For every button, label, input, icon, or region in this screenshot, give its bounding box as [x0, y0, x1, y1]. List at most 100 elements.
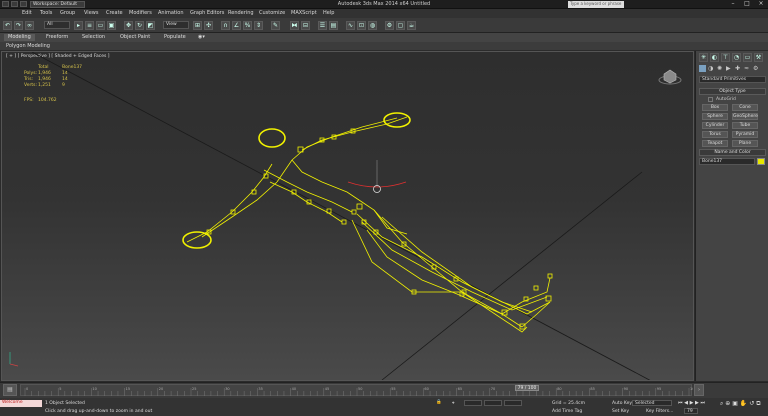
render-frame-icon[interactable]: ▢: [396, 21, 405, 30]
play-icon[interactable]: ▶: [690, 400, 694, 406]
tab-freeform[interactable]: Freeform: [42, 34, 72, 41]
autogrid-checkbox[interactable]: [708, 97, 713, 102]
ribbon-toggle-icon[interactable]: ◉▾: [198, 34, 205, 40]
primitive-type-dropdown[interactable]: Standard Primitives: [699, 76, 766, 83]
zoom-all-icon[interactable]: ⊕: [725, 400, 730, 407]
named-sets-icon[interactable]: ✎: [271, 21, 280, 30]
z-coordinate-field[interactable]: [504, 400, 522, 406]
material-editor-icon[interactable]: ◍: [368, 21, 377, 30]
pivot-icon[interactable]: ⊞: [193, 21, 202, 30]
scale-icon[interactable]: ◩: [146, 21, 155, 30]
scene-canvas[interactable]: [2, 52, 693, 380]
maximize-viewport-icon[interactable]: ⧉: [756, 400, 760, 407]
window-crossing-icon[interactable]: ▣: [107, 21, 116, 30]
render-icon[interactable]: ☕: [407, 21, 416, 30]
torus-button[interactable]: Torus: [702, 131, 728, 138]
motion-tab-icon[interactable]: ◔: [732, 53, 741, 62]
menu-rendering[interactable]: Rendering: [228, 10, 254, 16]
tube-button[interactable]: Tube: [732, 122, 758, 129]
menu-customize[interactable]: Customize: [259, 10, 285, 16]
menu-help[interactable]: Help: [323, 10, 334, 16]
graphite-icon[interactable]: ▤: [329, 21, 338, 30]
angle-snap-icon[interactable]: ∠: [232, 21, 241, 30]
selection-filter-dropdown[interactable]: All: [44, 21, 70, 29]
close-icon[interactable]: ×: [754, 0, 768, 8]
next-key-icon[interactable]: ▶: [695, 400, 699, 406]
key-filters-button[interactable]: Key Filters...: [646, 409, 673, 414]
undo-icon[interactable]: ↶: [3, 21, 12, 30]
add-time-tag[interactable]: Add Time Tag: [552, 409, 582, 414]
menu-maxscript[interactable]: MAXScript: [291, 10, 317, 16]
maximize-icon[interactable]: □: [740, 0, 754, 8]
prev-frame-icon[interactable]: ◀: [684, 400, 688, 406]
menu-modifiers[interactable]: Modifiers: [129, 10, 152, 16]
curve-editor-icon[interactable]: ∿: [346, 21, 355, 30]
zoom-icon[interactable]: ⌕: [720, 400, 723, 407]
menu-graph-editors[interactable]: Graph Editors: [190, 10, 224, 16]
tab-selection[interactable]: Selection: [78, 34, 109, 41]
box-button[interactable]: Box: [702, 104, 728, 111]
mirror-icon[interactable]: ⧓: [290, 21, 299, 30]
tab-populate[interactable]: Populate: [160, 34, 190, 41]
object-type-rollout[interactable]: Object Type: [699, 88, 766, 95]
cameras-icon[interactable]: ▶: [726, 65, 731, 72]
rotate-icon[interactable]: ↻: [135, 21, 144, 30]
next-frame-icon[interactable]: ›: [694, 384, 704, 396]
cylinder-button[interactable]: Cylinder: [702, 122, 728, 129]
menu-views[interactable]: Views: [84, 10, 98, 16]
geosphere-button[interactable]: GeoSphere: [732, 113, 758, 120]
menu-tools[interactable]: Tools: [40, 10, 52, 16]
systems-icon[interactable]: ⚙: [753, 65, 758, 72]
move-icon[interactable]: ✥: [124, 21, 133, 30]
modify-tab-icon[interactable]: ◐: [710, 53, 719, 62]
link-icon[interactable]: ∞: [25, 21, 34, 30]
timeline-track[interactable]: 0510152025303540455055606570758085909510…: [20, 384, 693, 396]
name-color-rollout[interactable]: Name and Color: [699, 149, 766, 156]
pan-icon[interactable]: ✋: [740, 400, 747, 407]
perspective-viewport[interactable]: [ + ] [ Perspective ] [ Shaded + Edged F…: [1, 51, 694, 381]
object-color-swatch[interactable]: [757, 158, 765, 165]
select-by-name-icon[interactable]: ≡: [85, 21, 94, 30]
geometry-icon[interactable]: [699, 65, 706, 72]
utilities-tab-icon[interactable]: ⚒: [754, 53, 763, 62]
align-icon[interactable]: ⊟: [301, 21, 310, 30]
tab-object-paint[interactable]: Object Paint: [116, 34, 154, 41]
maxscript-listener[interactable]: Welcome: [0, 400, 42, 407]
polygon-modeling-label[interactable]: Polygon Modeling: [6, 43, 50, 49]
zoom-extents-icon[interactable]: ▣: [732, 400, 738, 407]
percent-snap-icon[interactable]: %: [243, 21, 252, 30]
minimize-icon[interactable]: –: [726, 0, 740, 8]
menu-edit[interactable]: Edit: [22, 10, 32, 16]
orbit-icon[interactable]: ↺: [749, 400, 754, 407]
y-coordinate-field[interactable]: [484, 400, 502, 406]
absolute-mode-icon[interactable]: ⌖: [452, 400, 455, 406]
search-input[interactable]: Type a keyword or phrase: [568, 1, 624, 8]
helpers-icon[interactable]: ✚: [735, 65, 740, 72]
menu-animation[interactable]: Animation: [158, 10, 184, 16]
menu-create[interactable]: Create: [106, 10, 123, 16]
redo-icon[interactable]: ↷: [14, 21, 23, 30]
pyramid-button[interactable]: Pyramid: [732, 131, 758, 138]
shapes-icon[interactable]: ◑: [708, 65, 713, 72]
autokey-button[interactable]: Auto Key: [612, 401, 632, 406]
teapot-button[interactable]: Teapot: [702, 140, 728, 147]
bone-skeleton[interactable]: [182, 112, 553, 333]
create-tab-icon[interactable]: ✳: [699, 53, 708, 62]
key-mode-dropdown[interactable]: Selected: [632, 400, 672, 406]
spinner-snap-icon[interactable]: ⇕: [254, 21, 263, 30]
lights-icon[interactable]: ✺: [717, 65, 722, 72]
display-tab-icon[interactable]: ▭: [743, 53, 752, 62]
plane-button[interactable]: Plane: [732, 140, 758, 147]
hierarchy-tab-icon[interactable]: ⊤: [721, 53, 730, 62]
tab-modeling[interactable]: Modeling: [4, 34, 35, 41]
x-coordinate-field[interactable]: [464, 400, 482, 406]
layer-manager-icon[interactable]: ☰: [318, 21, 327, 30]
object-name-input[interactable]: Bone137: [699, 158, 755, 165]
lock-icon[interactable]: 🔒: [436, 400, 442, 405]
spacewarps-icon[interactable]: ≈: [744, 65, 749, 72]
goto-start-icon[interactable]: ⏮: [678, 400, 683, 406]
goto-end-icon[interactable]: ⏭: [700, 400, 705, 406]
set-key-button[interactable]: Set Key: [612, 409, 629, 414]
viewcube-icon[interactable]: [658, 66, 682, 86]
schematic-icon[interactable]: ⊡: [357, 21, 366, 30]
